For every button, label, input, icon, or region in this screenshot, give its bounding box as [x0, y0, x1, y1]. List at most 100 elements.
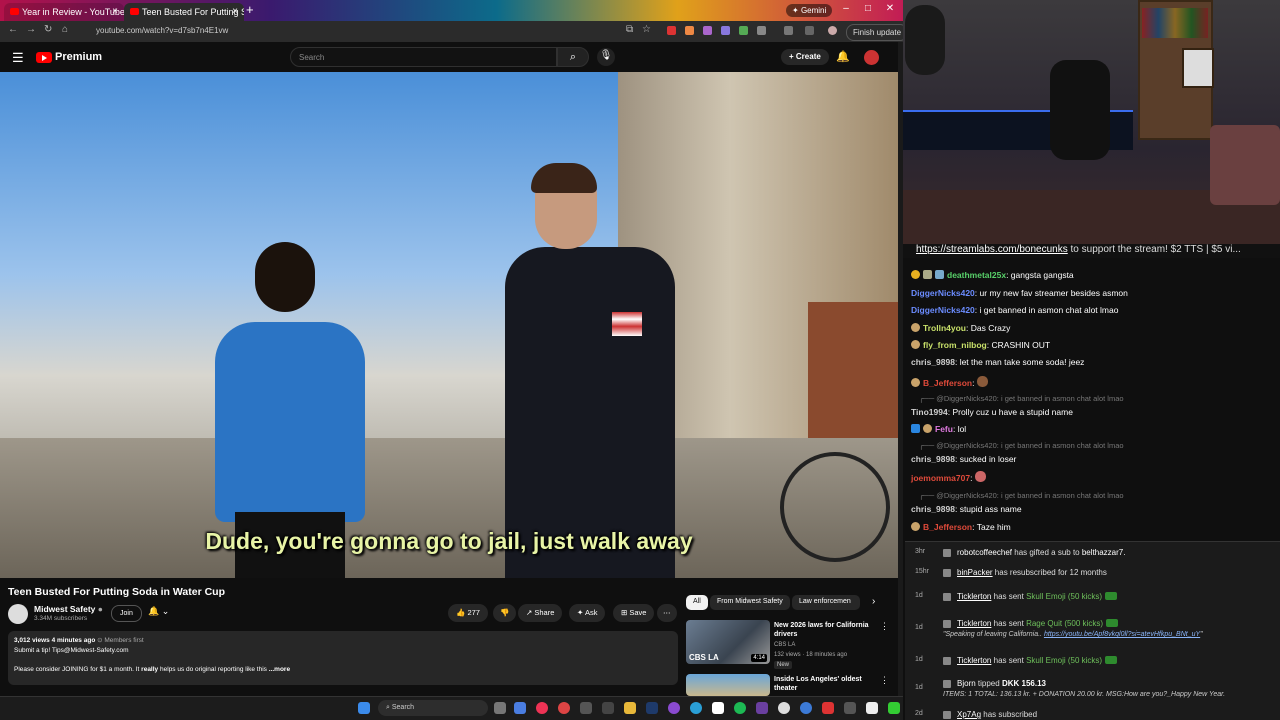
- spotify-icon[interactable]: [734, 702, 746, 714]
- minimize-icon[interactable]: –: [836, 3, 856, 14]
- tab-year-in-review[interactable]: Year in Review - YouTube ×: [4, 3, 124, 21]
- search-icon[interactable]: ⌕: [557, 47, 589, 67]
- extension-icon[interactable]: [667, 26, 676, 35]
- reload-icon[interactable]: ↻: [44, 24, 52, 35]
- finish-update-button[interactable]: Finish update: [846, 24, 909, 41]
- url-field[interactable]: youtube.com/watch?v=d7sb7n4E1vw: [84, 23, 614, 39]
- ask-button[interactable]: ✦ Ask: [569, 604, 606, 622]
- steam-icon[interactable]: [646, 702, 658, 714]
- like-button[interactable]: 👍 277: [448, 604, 488, 622]
- new-tab-icon[interactable]: +: [246, 2, 254, 17]
- chat-username[interactable]: DiggerNicks420: [911, 305, 975, 315]
- app-icon[interactable]: [822, 702, 834, 714]
- share-button[interactable]: ↗ Share: [518, 604, 563, 622]
- downloads-icon[interactable]: [805, 26, 814, 35]
- extension-icon[interactable]: [703, 26, 712, 35]
- windows-start-icon[interactable]: [358, 702, 370, 714]
- description-box[interactable]: 3,012 views 4 minutes ago ⊙ Members firs…: [8, 631, 678, 685]
- event-link[interactable]: https://youtu.be/Apf8vkql0ll?si=atevHfkp…: [1044, 631, 1200, 638]
- chat-username[interactable]: chris_9898: [911, 454, 955, 464]
- sidepanel-icon[interactable]: [784, 26, 793, 35]
- taskbar-search[interactable]: ⌕ Search: [378, 700, 488, 716]
- recommendation-thumbnail[interactable]: [686, 674, 770, 696]
- chat-username[interactable]: chris_9898: [911, 357, 955, 367]
- chip-law-enforcement[interactable]: Law enforcemen: [792, 595, 860, 610]
- extension-icon[interactable]: [685, 26, 694, 35]
- app-icon[interactable]: [800, 702, 812, 714]
- event-user[interactable]: robotcoffeechef: [957, 548, 1012, 557]
- tab-current-video[interactable]: Teen Busted For Putting So ×: [124, 3, 244, 21]
- channel-avatar[interactable]: [8, 604, 28, 624]
- forward-icon[interactable]: →: [26, 24, 36, 35]
- app-icon[interactable]: [558, 702, 570, 714]
- chat-username[interactable]: DiggerNicks420: [911, 288, 975, 298]
- app-icon[interactable]: [602, 702, 614, 714]
- app-icon[interactable]: [580, 702, 592, 714]
- close-window-icon[interactable]: ✕: [880, 3, 900, 14]
- chat-username[interactable]: fly_from_nilbog: [923, 340, 987, 350]
- app-icon[interactable]: [668, 702, 680, 714]
- event-user[interactable]: Ticklerton: [957, 592, 991, 601]
- close-tab-icon[interactable]: ×: [112, 6, 118, 17]
- chat-username[interactable]: B_Jefferson: [923, 522, 972, 532]
- app-icon[interactable]: [778, 702, 790, 714]
- recommendation-thumbnail[interactable]: CBS LA 4:14: [686, 620, 770, 664]
- chat-username[interactable]: Tino1994: [911, 407, 948, 417]
- save-button[interactable]: ⊞ Save: [613, 604, 655, 622]
- youtube-logo[interactable]: Premium: [36, 51, 102, 63]
- event-user[interactable]: binPacker: [957, 568, 993, 577]
- subscribe-bell-icon[interactable]: 🔔 ⌄: [148, 606, 169, 617]
- chat-username[interactable]: chris_9898: [911, 504, 955, 514]
- chat-username[interactable]: joemomma707: [911, 473, 970, 483]
- app-icon[interactable]: [756, 702, 768, 714]
- join-button[interactable]: Join: [111, 605, 142, 622]
- app-icon[interactable]: [690, 702, 702, 714]
- chat-username[interactable]: B_Jefferson: [923, 378, 972, 388]
- bookmark-star-icon[interactable]: ☆: [642, 24, 651, 35]
- app-icon[interactable]: [844, 702, 856, 714]
- close-tab-icon[interactable]: ×: [232, 6, 238, 17]
- recommendation-title[interactable]: Inside Los Angeles' oldest theater: [774, 675, 874, 693]
- search-input[interactable]: Search: [290, 47, 557, 67]
- task-view-icon[interactable]: [494, 702, 506, 714]
- event-user[interactable]: Ticklerton: [957, 619, 991, 628]
- hamburger-menu-icon[interactable]: ☰: [12, 50, 24, 66]
- chrome-icon[interactable]: [536, 702, 548, 714]
- extension-icon[interactable]: [721, 26, 730, 35]
- chevron-right-icon[interactable]: ›: [872, 596, 875, 607]
- account-avatar[interactable]: [864, 50, 879, 65]
- back-icon[interactable]: ←: [8, 24, 18, 35]
- chat-username[interactable]: deathmetal25x: [947, 270, 1006, 280]
- create-button[interactable]: + Create: [781, 49, 829, 65]
- recommendation-channel[interactable]: CBS LA: [774, 642, 795, 648]
- event-user[interactable]: Bjorn: [957, 679, 976, 688]
- recommendation-menu-icon[interactable]: ⋮: [880, 621, 889, 632]
- profile-avatar[interactable]: [828, 26, 837, 35]
- extensions-puzzle-icon[interactable]: [757, 26, 766, 35]
- event-user[interactable]: Ticklerton: [957, 656, 991, 665]
- event-user[interactable]: Xp7Ag: [957, 710, 981, 719]
- banner-link[interactable]: https://streamlabs.com/bonecunks: [916, 244, 1068, 255]
- app-icon[interactable]: [866, 702, 878, 714]
- video-player[interactable]: [0, 72, 898, 578]
- gemini-button[interactable]: ✦ Gemini: [786, 4, 833, 17]
- install-icon[interactable]: ⧉: [626, 24, 633, 35]
- chip-all[interactable]: All: [686, 595, 708, 610]
- extension-icon[interactable]: [739, 26, 748, 35]
- chat-username[interactable]: Fefu: [935, 424, 953, 434]
- file-explorer-icon[interactable]: [624, 702, 636, 714]
- more-options-icon[interactable]: ⋯: [657, 604, 677, 622]
- maximize-icon[interactable]: □: [858, 3, 878, 14]
- app-icon[interactable]: [514, 702, 526, 714]
- notifications-bell-icon[interactable]: 🔔: [836, 50, 850, 63]
- recommendation-title[interactable]: New 2026 laws for California drivers: [774, 621, 874, 639]
- dislike-icon[interactable]: 👎: [493, 604, 517, 622]
- kick-app-icon[interactable]: [888, 702, 900, 714]
- microphone-icon[interactable]: 🎙: [597, 48, 615, 66]
- chat-username[interactable]: Trolln4you: [923, 323, 966, 333]
- channel-name[interactable]: Midwest Safety ●: [34, 604, 103, 614]
- app-icon[interactable]: [712, 702, 724, 714]
- recommendation-menu-icon[interactable]: ⋮: [880, 675, 889, 686]
- show-more-link[interactable]: ...more: [269, 666, 290, 673]
- chip-from-channel[interactable]: From Midwest Safety: [710, 595, 790, 610]
